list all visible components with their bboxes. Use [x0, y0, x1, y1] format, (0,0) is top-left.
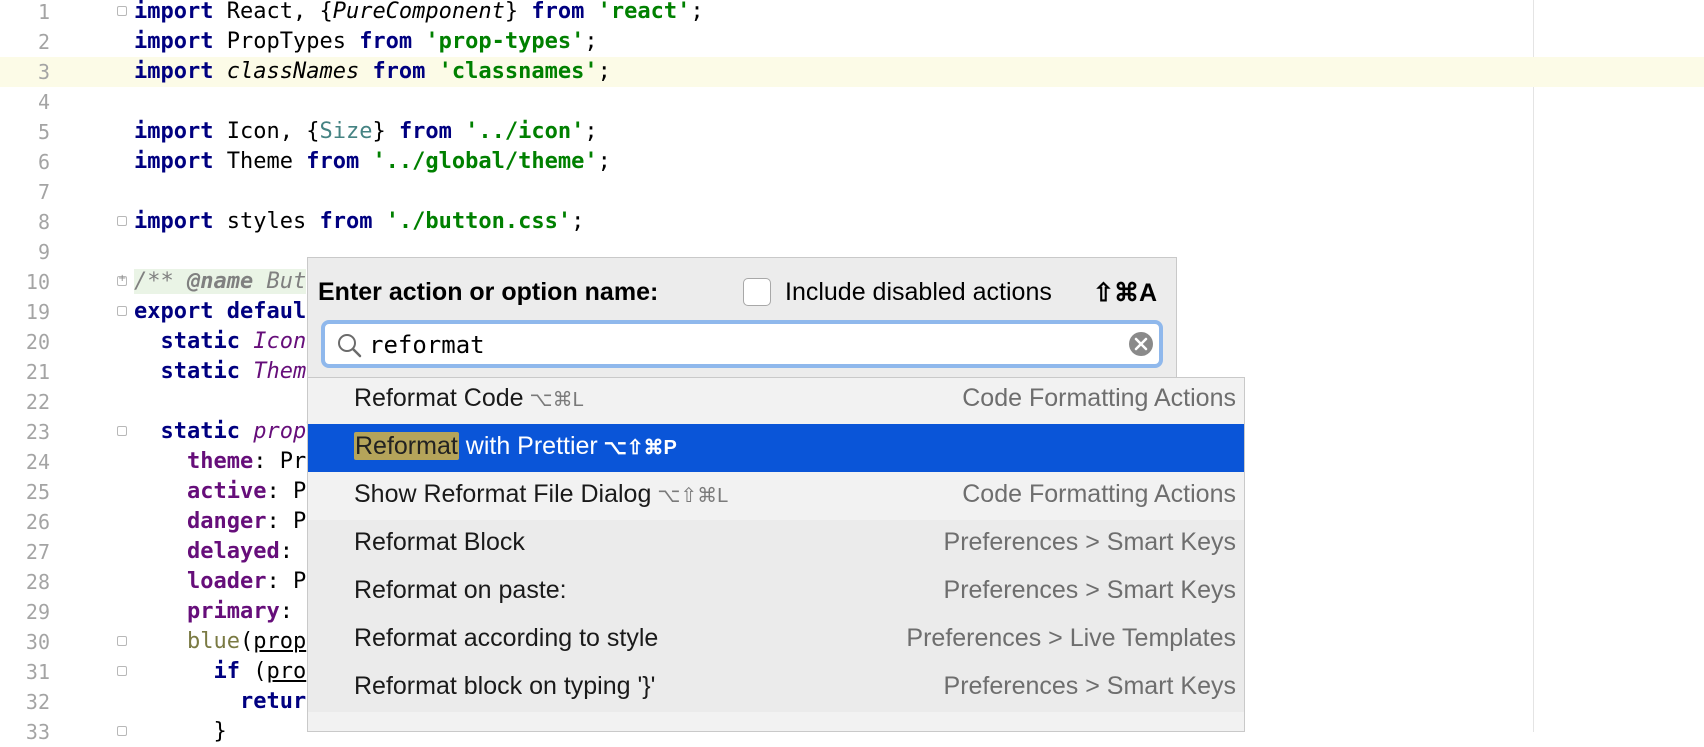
line-number: 29	[25, 600, 50, 624]
results-list: Reformat Code ⌥⌘L Code Formatting Actions R…	[307, 377, 1245, 732]
fold-marker-icon[interactable]	[117, 273, 127, 286]
result-group: Preferences > Live Templates	[906, 624, 1236, 652]
code-text: }	[134, 719, 227, 744]
line-number: 19	[25, 300, 50, 324]
match-highlight: Reformat	[354, 576, 457, 604]
line-number: 7	[37, 180, 50, 204]
code-text: import styles from './button.css';	[134, 209, 585, 234]
match-highlight: Reformat	[354, 432, 459, 460]
line-number: 9	[37, 240, 50, 264]
result-group: Code Formatting Actions	[962, 384, 1236, 412]
result-group: Preferences > Smart Keys	[943, 672, 1236, 700]
line-number: 32	[25, 690, 50, 714]
code-text: theme: Prop	[186, 449, 333, 474]
fold-marker-icon[interactable]	[117, 726, 127, 736]
result-shortcut: ⌥⇧⌘L	[657, 485, 729, 507]
line-number: 21	[25, 360, 50, 384]
line-number: 24	[25, 450, 50, 474]
fold-marker-icon[interactable]	[117, 636, 127, 646]
fold-marker-icon[interactable]	[117, 306, 127, 316]
code-line[interactable]: 1 import React, {PureComponent} from 'rea…	[0, 0, 1704, 27]
code-text: import classNames from 'classnames';	[134, 59, 611, 84]
line-number: 25	[25, 480, 50, 504]
line-number: 6	[37, 150, 50, 174]
fold-marker-icon[interactable]	[117, 216, 127, 226]
line-number: 3	[37, 60, 50, 84]
result-shortcut: ⌥⌘L	[529, 389, 584, 411]
line-number: 20	[25, 330, 50, 354]
fold-marker-icon[interactable]	[117, 666, 127, 676]
result-group: Preferences > Smart Keys	[943, 576, 1236, 604]
include-disabled-label[interactable]: Include disabled actions	[785, 278, 1052, 307]
result-label: Reformat on paste:	[354, 576, 567, 604]
include-disabled-checkbox[interactable]	[743, 278, 771, 306]
line-number: 4	[37, 90, 50, 114]
result-item[interactable]: Reformat Code ⌥⌘L Code Formatting Actions	[308, 378, 1244, 424]
line-number: 28	[25, 570, 50, 594]
line-number: 10	[25, 270, 50, 294]
result-shortcut: ⌥⇧⌘P	[603, 437, 677, 459]
result-item[interactable]: Reformat block on typing '}' Preferences …	[308, 664, 1244, 712]
line-number: 30	[25, 630, 50, 654]
match-highlight: Reformat	[354, 384, 457, 412]
code-text: import PropTypes from 'prop-types';	[134, 29, 598, 54]
line-number: 31	[25, 660, 50, 684]
popup-title: Enter action or option name:	[318, 278, 659, 306]
code-text: import Icon, {Size} from '../icon';	[134, 119, 598, 144]
result-item[interactable]: Reformat Block Preferences > Smart Keys	[308, 520, 1244, 568]
code-text: import React, {PureComponent} from 'reac…	[134, 0, 704, 24]
result-group: Code Formatting Actions	[962, 480, 1236, 508]
result-label: Reformat Block	[354, 528, 525, 556]
line-number: 2	[37, 30, 50, 54]
result-item[interactable]: Reformat according to style Preferences >…	[308, 616, 1244, 664]
include-disabled-shortcut: ⇧⌘A	[1093, 279, 1158, 307]
result-group: Preferences > Smart Keys	[943, 528, 1236, 556]
clear-icon[interactable]	[1127, 330, 1155, 358]
code-line[interactable]: 5 import Icon, {Size} from '../icon';	[0, 117, 1704, 147]
result-label: Reformat block on typing '}'	[354, 672, 656, 700]
code-line[interactable]: 8 import styles from './button.css';	[0, 207, 1704, 237]
match-highlight: Reformat	[354, 624, 457, 652]
line-number: 22	[25, 390, 50, 414]
code-line[interactable]: 4	[0, 87, 1704, 117]
line-number: 23	[25, 420, 50, 444]
match-highlight: Reformat	[354, 528, 457, 556]
find-action-popup: Enter action or option name: Include dis…	[307, 257, 1177, 377]
code-text: /** @name But	[134, 269, 307, 294]
code-line[interactable]: 7	[0, 177, 1704, 207]
search-input[interactable]	[367, 326, 1111, 364]
code-text: import Theme from '../global/theme';	[134, 149, 611, 174]
line-number: 26	[25, 510, 50, 534]
code-line[interactable]: 6 import Theme from '../global/theme';	[0, 147, 1704, 177]
result-label: Reformat according to style	[354, 624, 659, 652]
line-number: 27	[25, 540, 50, 564]
fold-marker-icon[interactable]	[117, 426, 127, 436]
result-item[interactable]: Reformat on paste: Preferences > Smart Ke…	[308, 568, 1244, 616]
code-line[interactable]: 3 import classNames from 'classnames';	[0, 57, 1704, 87]
result-label: Show Reformat File Dialog ⌥⇧⌘L	[354, 480, 729, 508]
line-number: 5	[37, 120, 50, 144]
result-label: Reformat Code ⌥⌘L	[354, 384, 584, 412]
search-icon	[338, 334, 362, 358]
result-item[interactable]: Show Reformat File Dialog ⌥⇧⌘L Code Format…	[308, 472, 1244, 520]
match-highlight: Reformat	[354, 672, 457, 700]
result-item[interactable]: Reformat with Prettier ⌥⇧⌘P	[308, 424, 1244, 472]
result-label: Reformat with Prettier ⌥⇧⌘P	[354, 432, 677, 460]
fold-marker-icon[interactable]	[117, 6, 127, 16]
search-field[interactable]	[321, 320, 1163, 368]
line-number: 8	[37, 210, 50, 234]
match-highlight: Reformat	[423, 480, 527, 508]
line-number: 33	[25, 720, 50, 744]
code-line[interactable]: 2 import PropTypes from 'prop-types';	[0, 27, 1704, 57]
line-number: 1	[37, 0, 50, 24]
